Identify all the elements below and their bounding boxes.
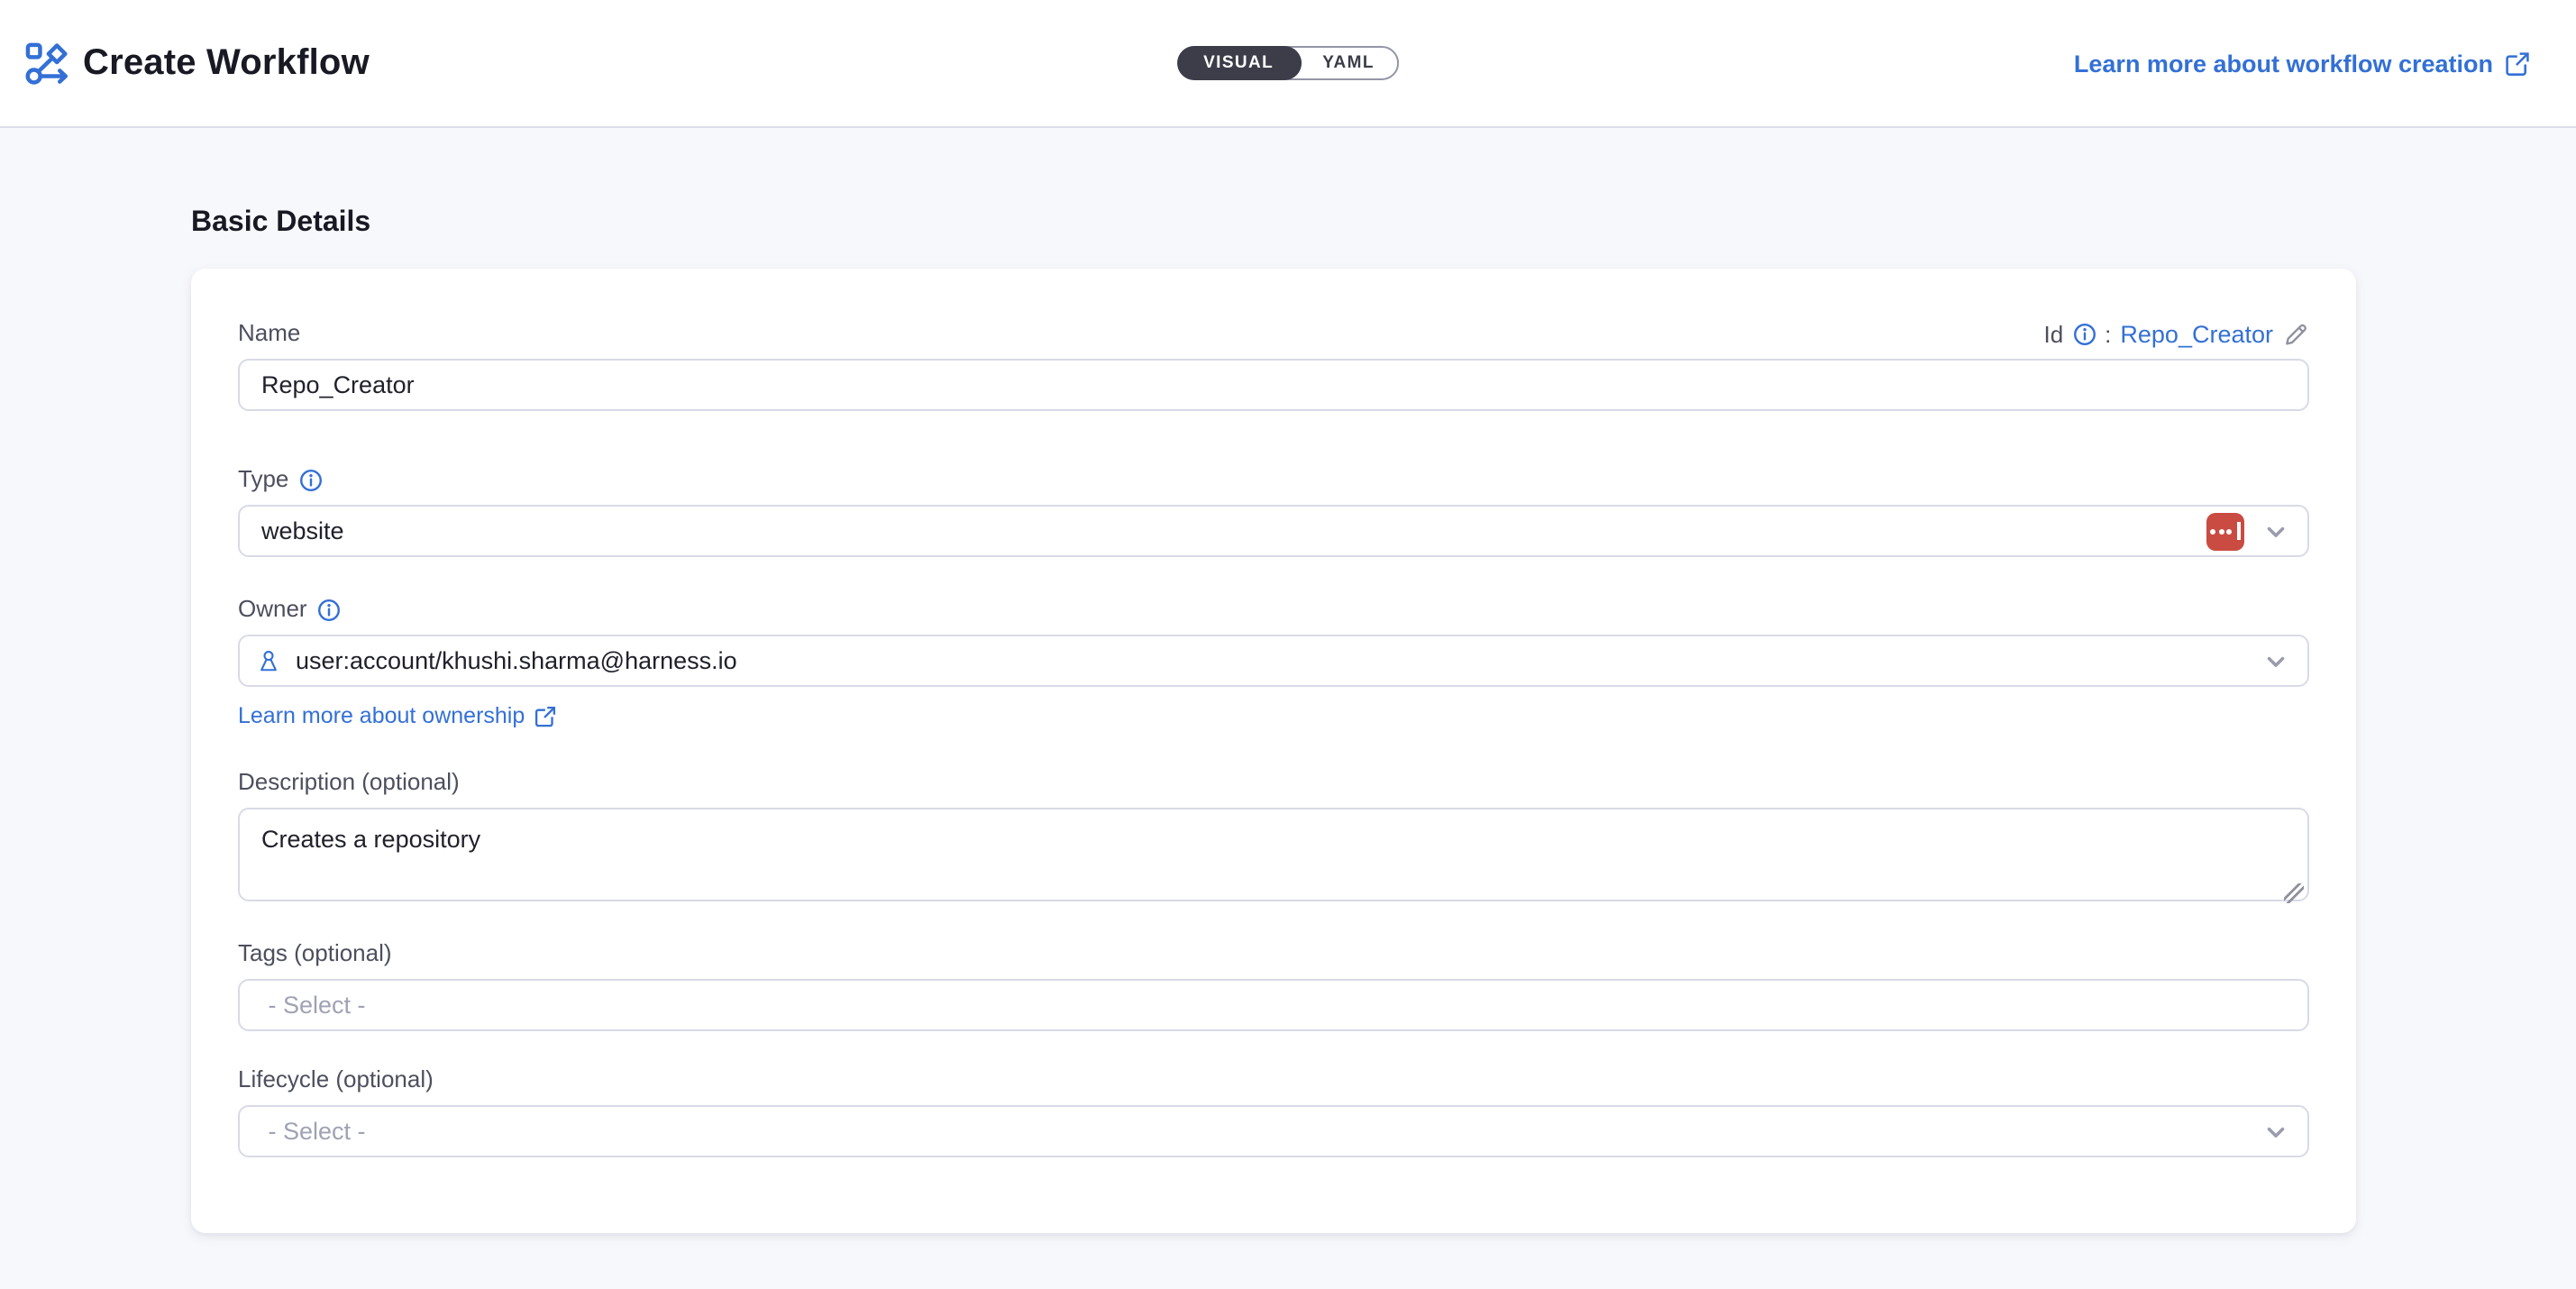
owner-select-input[interactable] [238,635,2309,687]
lifecycle-input-wrap [238,1105,2309,1157]
id-colon: : [2105,320,2111,347]
owner-label-text: Owner [238,595,307,624]
description-label-row: Description (optional) [238,768,2309,797]
page: Create Workflow VISUAL YAML Learn more a… [0,0,2576,1289]
info-icon[interactable] [299,468,323,491]
learn-more-workflow-link[interactable]: Learn more about workflow creation [2074,50,2531,77]
description-field-group: Description (optional) Creates a reposit… [238,768,2309,910]
extension-bar [2237,522,2241,540]
tags-label: Tags (optional) [238,939,392,968]
id-row: Id : Repo_Creator [2043,320,2309,347]
tags-field-group: Tags (optional) [238,939,2309,1031]
header-title-group: Create Workflow [23,39,370,87]
owner-input-wrap [238,635,2309,687]
tags-label-row: Tags (optional) [238,939,2309,968]
visual-yaml-toggle: VISUAL YAML [1176,46,1400,80]
type-input-wrap [238,505,2309,557]
person-icon [256,648,281,673]
edit-pencil-icon[interactable] [2282,320,2309,347]
extension-dot [2227,528,2233,534]
section-title: Basic Details [191,207,2576,240]
name-input[interactable] [238,359,2309,411]
type-label-text: Type [238,465,288,494]
lifecycle-select-input[interactable] [238,1105,2309,1157]
info-icon[interactable] [2072,322,2096,345]
chevron-down-icon[interactable] [2262,1118,2289,1145]
info-icon[interactable] [318,598,342,621]
owner-field-group: Owner [238,595,2309,732]
toggle-visual[interactable]: VISUAL [1176,46,1301,80]
description-textarea[interactable]: Creates a repository [238,808,2309,901]
name-field-group: Name Id : Repo_Creator [238,319,2309,411]
description-textarea-wrap: Creates a repository [238,808,2309,910]
chevron-down-icon[interactable] [2262,517,2289,544]
external-link-icon [2504,50,2531,77]
page-title: Create Workflow [83,42,370,84]
lifecycle-label: Lifecycle (optional) [238,1065,434,1094]
tags-input-wrap [238,979,2309,1031]
workflow-icon [23,39,72,87]
lifecycle-field-group: Lifecycle (optional) [238,1065,2309,1157]
type-label-row: Type [238,465,2309,494]
name-label-row: Name Id : Repo_Creator [238,319,2309,348]
type-select-input[interactable] [238,505,2309,557]
id-label: Id [2043,320,2063,347]
lifecycle-label-row: Lifecycle (optional) [238,1065,2309,1094]
toggle-yaml[interactable]: YAML [1299,48,1398,78]
external-link-icon [534,704,557,727]
tags-select-input[interactable] [238,979,2309,1031]
password-manager-extension-icon[interactable] [2206,512,2244,550]
type-field-group: Type [238,465,2309,557]
owner-label-row: Owner [238,595,2309,624]
owner-label: Owner [238,595,342,624]
chevron-down-icon[interactable] [2262,647,2289,674]
id-value-link[interactable]: Repo_Creator [2120,320,2273,347]
basic-details-card: Name Id : Repo_Creator [191,269,2356,1233]
type-label: Type [238,465,323,494]
learn-more-workflow-label: Learn more about workflow creation [2074,50,2493,77]
top-header: Create Workflow VISUAL YAML Learn more a… [0,0,2576,128]
name-label: Name [238,319,300,348]
extension-dot [2211,528,2216,534]
resize-grip[interactable] [2284,883,2304,903]
learn-more-ownership-link[interactable]: Learn more about ownership [238,703,557,728]
description-label: Description (optional) [238,768,460,797]
learn-more-ownership-label: Learn more about ownership [238,703,525,728]
name-input-wrap [238,359,2309,411]
extension-dot [2219,528,2224,534]
main-content: Basic Details Name Id : Repo_Creator [0,128,2576,1233]
